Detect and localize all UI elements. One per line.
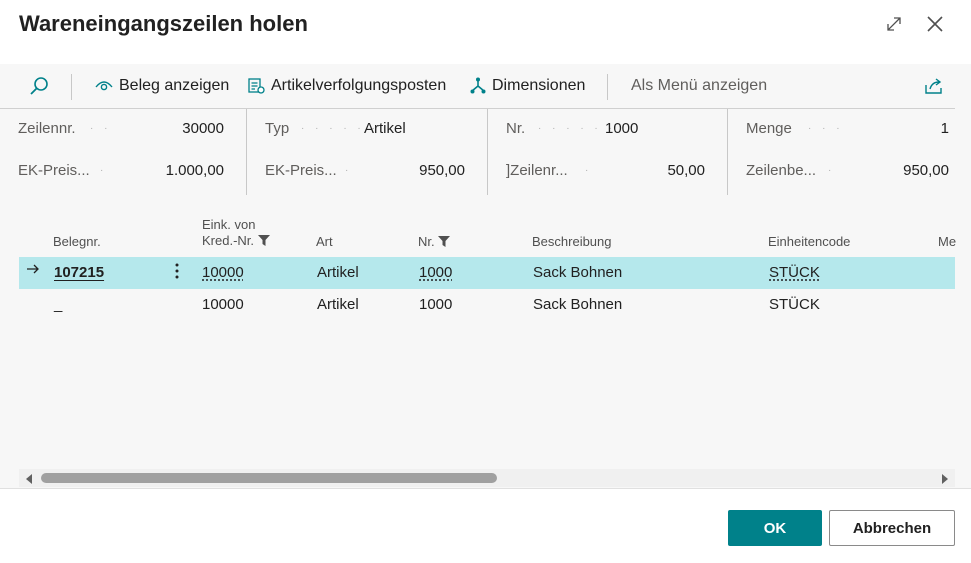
column-header-quantity[interactable]: Me bbox=[938, 234, 956, 250]
factbox-column: Nr. · · · · · · 1000 ]Zeilenr... · 50,00 bbox=[487, 109, 727, 195]
column-header-type[interactable]: Art bbox=[316, 234, 333, 250]
no-label: Nr. bbox=[506, 119, 526, 137]
toolbar-divider bbox=[607, 74, 608, 100]
action-bar: Beleg anzeigen Artikelverfolgungsposten … bbox=[0, 64, 971, 108]
arrow-right-icon bbox=[26, 262, 40, 280]
dimensions-label: Dimensionen bbox=[492, 77, 586, 94]
purchase-price-label: EK-Preis... bbox=[18, 161, 90, 179]
show-as-menu-button[interactable]: Als Menü anzeigen bbox=[631, 74, 767, 98]
column-header-description[interactable]: Beschreibung bbox=[532, 234, 612, 250]
scroll-left-icon[interactable] bbox=[23, 472, 35, 484]
dots: · · bbox=[90, 122, 112, 134]
table-row[interactable]: _ 10000 Artikel 1000 Sack Bohnen STÜCK bbox=[19, 289, 955, 321]
table-row[interactable]: 107215 10000 Artikel 1000 Sack Bohnen ST… bbox=[19, 257, 955, 289]
description-cell: Sack Bohnen bbox=[533, 264, 623, 281]
description-cell: Sack Bohnen bbox=[533, 296, 623, 313]
no-cell[interactable]: 1000 bbox=[419, 264, 452, 281]
share-icon bbox=[924, 77, 944, 95]
share-button[interactable] bbox=[924, 74, 944, 98]
filter-icon bbox=[438, 235, 451, 251]
ok-button[interactable]: OK bbox=[728, 510, 822, 546]
column-header-no[interactable]: Nr. bbox=[418, 234, 451, 251]
vendor-cell: 10000 bbox=[202, 296, 244, 313]
line-discount-label: ]Zeilenr... bbox=[506, 161, 568, 179]
quantity-label: Menge bbox=[746, 119, 792, 137]
type-cell: Artikel bbox=[317, 264, 359, 281]
scroll-right-icon[interactable] bbox=[939, 472, 951, 484]
column-header-unit[interactable]: Einheitencode bbox=[768, 234, 850, 250]
dots: · · · bbox=[808, 122, 844, 134]
factbox-column: Zeilennr. · · 30000 EK-Preis... · 1.000,… bbox=[0, 109, 246, 195]
doc-no-cell[interactable]: 107215 bbox=[54, 264, 104, 281]
dots: · bbox=[585, 164, 593, 176]
line-amount-value: 950,00 bbox=[903, 161, 949, 179]
unit-cell[interactable]: STÜCK bbox=[769, 264, 820, 281]
expand-icon[interactable] bbox=[882, 12, 906, 36]
column-header-vendor[interactable]: Eink. von Kred.-Nr. bbox=[202, 217, 270, 250]
search-button[interactable] bbox=[28, 74, 50, 98]
factbox-column: Typ · · · · · · Artikel EK-Preis... · 95… bbox=[246, 109, 487, 195]
cancel-button[interactable]: Abbrechen bbox=[829, 510, 955, 546]
line-amount-label: Zeilenbe... bbox=[746, 161, 817, 179]
type-cell: Artikel bbox=[317, 296, 359, 313]
horizontal-scrollbar[interactable] bbox=[19, 469, 955, 487]
footer-divider bbox=[0, 488, 971, 489]
doc-no-cell[interactable]: _ bbox=[54, 296, 62, 313]
unit-cell: STÜCK bbox=[769, 296, 820, 313]
dots: · bbox=[100, 164, 108, 176]
item-tracking-icon bbox=[247, 77, 265, 95]
show-document-button[interactable]: Beleg anzeigen bbox=[95, 74, 229, 98]
close-icon[interactable] bbox=[923, 12, 947, 36]
line-details-factbox: Zeilennr. · · 30000 EK-Preis... · 1.000,… bbox=[0, 108, 955, 195]
column-header-vendor-line1: Eink. von bbox=[202, 217, 256, 232]
no-value: 1000 bbox=[605, 119, 639, 137]
dialog-content: Beleg anzeigen Artikelverfolgungsposten … bbox=[0, 64, 971, 489]
item-tracking-button[interactable]: Artikelverfolgungsposten bbox=[247, 74, 446, 98]
type-label: Typ bbox=[265, 119, 290, 137]
dimensions-button[interactable]: Dimensionen bbox=[470, 74, 585, 98]
line-discount-value: 50,00 bbox=[667, 161, 705, 179]
eye-icon bbox=[95, 79, 113, 93]
vendor-cell[interactable]: 10000 bbox=[202, 264, 244, 281]
dots: · bbox=[828, 164, 836, 176]
quantity-value: 1 bbox=[940, 119, 949, 137]
factbox-column: Menge · · · 1 Zeilenbe... · 950,00 bbox=[727, 109, 955, 195]
toolbar-divider bbox=[71, 74, 72, 100]
show-document-label: Beleg anzeigen bbox=[119, 77, 230, 94]
search-icon bbox=[28, 75, 50, 97]
column-header-no-label: Nr. bbox=[418, 234, 435, 249]
purchase-price-2-value: 950,00 bbox=[419, 161, 465, 179]
show-as-menu-label: Als Menü anzeigen bbox=[631, 77, 768, 94]
item-tracking-label: Artikelverfolgungsposten bbox=[271, 77, 447, 94]
purchase-price-value: 1.000,00 bbox=[165, 161, 224, 179]
column-header-vendor-line2: Kred.-Nr. bbox=[202, 233, 255, 248]
filter-icon bbox=[257, 234, 270, 250]
purchase-price-2-label: EK-Preis... bbox=[265, 161, 337, 179]
dialog-title: Wareneingangszeilen holen bbox=[19, 11, 308, 36]
more-options-icon[interactable] bbox=[174, 262, 180, 284]
line-no-value: 30000 bbox=[182, 119, 224, 137]
column-header-doc-no[interactable]: Belegnr. bbox=[53, 234, 101, 250]
no-cell: 1000 bbox=[419, 296, 453, 313]
dots: · bbox=[345, 164, 353, 176]
scrollbar-thumb[interactable] bbox=[41, 473, 497, 483]
line-no-label: Zeilennr. bbox=[18, 119, 76, 137]
type-value: Artikel bbox=[364, 119, 406, 137]
dimensions-icon bbox=[470, 77, 486, 95]
